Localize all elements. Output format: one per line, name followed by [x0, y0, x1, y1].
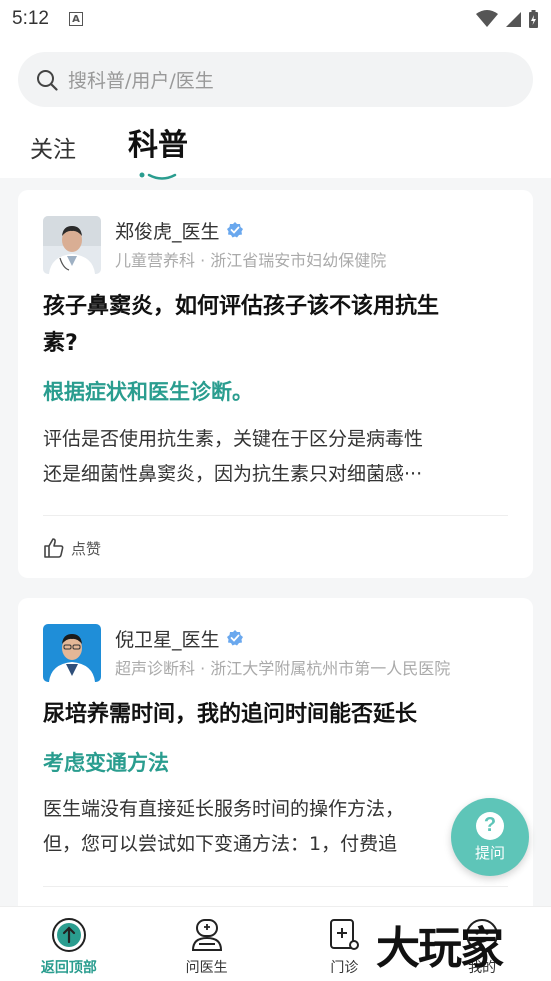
verified-badge-icon	[226, 222, 243, 238]
author-name-row: 倪卫星_医生	[115, 624, 450, 652]
doctor-icon	[191, 919, 222, 951]
search-placeholder: 搜科普/用户/医生	[68, 70, 214, 92]
verified-badge-icon	[226, 630, 243, 646]
answer-title[interactable]: 考虑变通方法	[43, 747, 169, 777]
question-mark-icon: ?	[476, 811, 504, 840]
author-department: 儿童营养科 · 浙江省瑞安市妇幼保健院	[115, 251, 387, 270]
status-time: 5:12	[12, 8, 49, 29]
author-row[interactable]: 倪卫星_医生 超声诊断科 · 浙江大学附属杭州市第一人民医院	[43, 624, 450, 682]
notification-icon: A	[68, 12, 83, 26]
question-line: 素?	[43, 331, 78, 356]
header: 搜科普/用户/医生 关注 科普	[0, 38, 551, 180]
question-title[interactable]: 孩子鼻窦炎，如何评估孩子该不该用抗生 素?	[43, 288, 508, 362]
wifi-icon	[476, 10, 498, 27]
post-card[interactable]: 倪卫星_医生 超声诊断科 · 浙江大学附属杭州市第一人民医院 尿培养需时间，我的…	[18, 598, 533, 918]
tab-science[interactable]: 科普	[128, 120, 188, 180]
search-icon	[37, 69, 58, 91]
answer-line: 评估是否使用抗生素，关键在于区分是病毒性	[43, 428, 424, 450]
signal-icon	[506, 12, 521, 27]
answer-line: 医生端没有直接延长服务时间的操作方法，	[43, 798, 405, 820]
answer-excerpt[interactable]: 医生端没有直接延长服务时间的操作方法， 但，您可以尝试如下变通方法：1，付费追	[43, 792, 511, 862]
nav-back-to-top[interactable]: 返回顶部	[0, 907, 138, 981]
tab-bar: 关注 科普	[30, 120, 188, 180]
status-icons	[476, 9, 539, 29]
nav-label: 问医生	[185, 960, 228, 976]
answer-line: 还是细菌性鼻窦炎，因为抗生素只对细菌感···	[43, 463, 423, 485]
clinic-icon	[330, 919, 360, 950]
answer-line: 但，您可以尝试如下变通方法：1，付费追	[43, 833, 398, 855]
nav-label: 门诊	[330, 960, 359, 976]
divider	[43, 515, 508, 516]
search-input[interactable]: 搜科普/用户/医生	[18, 52, 533, 107]
ask-question-button[interactable]: ? 提问	[451, 798, 529, 876]
tab-follow[interactable]: 关注	[30, 130, 76, 164]
author-info: 倪卫星_医生 超声诊断科 · 浙江大学附属杭州市第一人民医院	[115, 624, 450, 682]
ask-question-label: 提问	[474, 843, 505, 862]
question-line: 尿培养需时间，我的追问时间能否延长	[43, 702, 418, 727]
nav-ask-doctor[interactable]: 问医生	[138, 907, 276, 981]
author-info: 郑俊虎_医生 儿童营养科 · 浙江省瑞安市妇幼保健院	[115, 216, 386, 274]
status-bar: 5:12 A	[0, 0, 551, 38]
battery-icon	[529, 9, 538, 28]
author-row[interactable]: 郑俊虎_医生 儿童营养科 · 浙江省瑞安市妇幼保健院	[43, 216, 386, 274]
arrow-up-circle-icon	[51, 918, 86, 952]
thumbs-up-icon	[44, 538, 64, 558]
tab-active-indicator	[139, 172, 177, 180]
watermark-logo: 大玩家	[376, 923, 504, 974]
author-name: 郑俊虎_医生	[115, 220, 220, 243]
avatar[interactable]	[43, 216, 101, 274]
answer-title[interactable]: 根据症状和医生诊断。	[43, 376, 253, 406]
author-name: 倪卫星_医生	[115, 628, 220, 651]
post-card[interactable]: 郑俊虎_医生 儿童营养科 · 浙江省瑞安市妇幼保健院 孩子鼻窦炎，如何评估孩子该…	[18, 190, 533, 578]
author-name-row: 郑俊虎_医生	[115, 216, 386, 244]
like-button[interactable]: 点赞	[43, 537, 101, 559]
author-department: 超声诊断科 · 浙江大学附属杭州市第一人民医院	[115, 659, 451, 678]
divider	[43, 886, 508, 887]
tab-science-label: 科普	[128, 128, 188, 163]
nav-label: 返回顶部	[40, 960, 97, 976]
question-title[interactable]: 尿培养需时间，我的追问时间能否延长	[43, 696, 508, 733]
avatar[interactable]	[43, 624, 101, 682]
question-line: 孩子鼻窦炎，如何评估孩子该不该用抗生	[43, 294, 440, 319]
answer-excerpt[interactable]: 评估是否使用抗生素，关键在于区分是病毒性 还是细菌性鼻窦炎，因为抗生素只对细菌感…	[43, 422, 511, 492]
like-label: 点赞	[71, 539, 102, 558]
